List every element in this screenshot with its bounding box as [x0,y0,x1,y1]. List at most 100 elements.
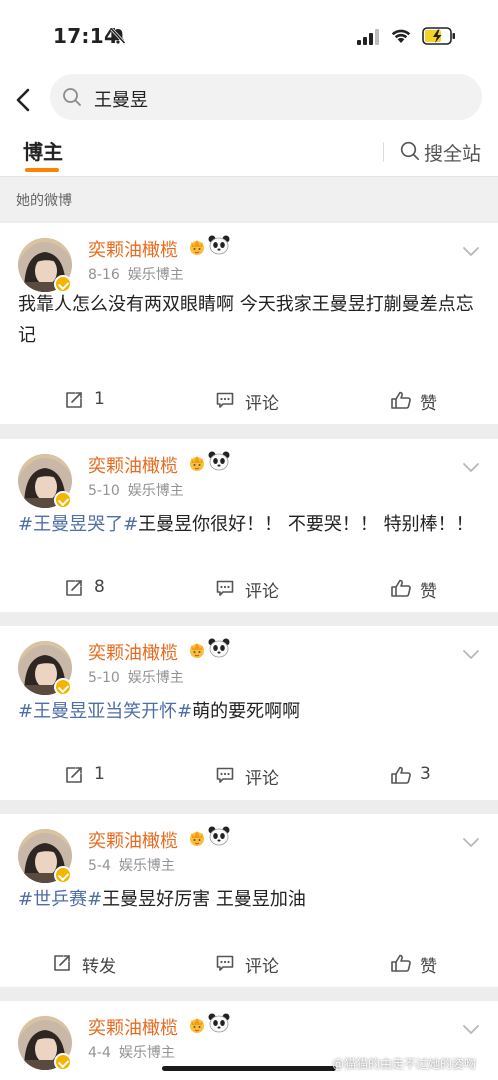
repost-count: 转发 [82,957,116,977]
share-arrow-icon [64,390,84,414]
comment-bubble-icon [215,765,235,789]
post-text: #王曼昱哭了#王曼昱你很好！！ 不要哭！！ 特别棒！！ [18,509,484,540]
post-actions: 转发 评论 赞 [0,940,498,986]
comment-count: 评论 [245,582,279,602]
chevron-down-icon[interactable] [462,243,480,262]
search-header: 王曼昱 [0,72,498,128]
share-arrow-icon [64,578,84,602]
like-count: 3 [420,764,431,784]
crown-emoji-icon [187,827,207,851]
post-text-segment: 王曼昱好厉害 王曼昱加油 [102,889,306,910]
share-arrow-icon [52,953,72,977]
post-meta: 8-16 娱乐博主 [88,264,184,284]
chevron-left-icon[interactable] [10,82,38,118]
post-source: 娱乐博主 [127,670,184,686]
post-date: 5-10 [88,670,120,686]
thumbs-up-icon [390,390,412,414]
post-meta: 5-4 娱乐博主 [88,855,175,875]
post-actions: 1 评论 3 [0,752,498,798]
post-card[interactable]: 奕颗油橄榄 8-16 娱乐博主我靠人怎么没有两双眼睛啊 今天我家王曼昱打蒯曼差点忘记… [0,223,498,424]
crown-emoji-icon [187,1014,207,1038]
crown-emoji-icon [187,236,207,260]
post-card[interactable]: 奕颗油橄榄 5-10 娱乐博主 #王曼昱哭了#王曼昱你很好！！ 不要哭！！ 特别棒！！… [0,439,498,612]
verified-badge-icon [54,1053,72,1071]
hashtag-link[interactable]: #王曼昱哭了# [18,514,138,535]
post-meta: 5-10 娱乐博主 [88,667,184,687]
comment-bubble-icon [215,578,235,602]
verified-badge-icon [54,491,72,509]
post-source: 娱乐博主 [127,267,184,283]
like-count: 赞 [420,957,437,977]
chevron-down-icon[interactable] [462,1021,480,1040]
battery-charging-icon [422,27,455,45]
post-date: 4-4 [88,1045,111,1061]
comment-count: 评论 [245,769,279,789]
hashtag-link[interactable]: #世乒赛# [18,889,102,910]
panda-emoji-icon [208,1013,230,1037]
username[interactable]: 奕颗油橄榄 [88,827,178,853]
username[interactable]: 奕颗油橄榄 [88,1014,178,1040]
post-source: 娱乐博主 [127,483,184,499]
comment-bubble-icon [215,953,235,977]
section-header: 她的微博 [0,177,498,221]
chevron-down-icon[interactable] [462,459,480,478]
verified-badge-icon [54,678,72,696]
post-text-segment: 我靠人怎么没有两双眼睛啊 今天我家王曼昱打蒯曼差点忘记 [18,294,474,346]
post-date: 5-4 [88,858,111,874]
mute-bell-icon [110,27,126,45]
thumbs-up-icon [390,765,412,789]
post-text-segment: 王曼昱你很好！！ 不要哭！！ 特别棒！！ [138,514,474,535]
post-text: 我靠人怎么没有两双眼睛啊 今天我家王曼昱打蒯曼差点忘记 [18,289,484,351]
post-meta: 5-10 娱乐博主 [88,480,184,500]
share-arrow-icon [64,765,84,789]
search-query: 王曼昱 [94,90,148,111]
comment-bubble-icon [215,390,235,414]
magnifier-icon [400,141,420,161]
post-actions: 8 评论 赞 [0,565,498,611]
crown-emoji-icon [187,639,207,663]
thumbs-up-icon [390,953,412,977]
search-all-label: 搜全站 [424,143,482,165]
wifi-icon [391,29,411,43]
like-count: 赞 [420,582,437,602]
panda-emoji-icon [208,638,230,662]
username[interactable]: 奕颗油橄榄 [88,452,178,478]
post-actions: 1 评论 赞 [0,377,498,423]
panda-emoji-icon [208,451,230,475]
verified-badge-icon [54,866,72,884]
like-count: 赞 [420,394,437,414]
post-text-segment: 萌的要死啊啊 [192,701,301,722]
post-card[interactable]: 奕颗油橄榄 5-10 娱乐博主 #王曼昱亚当笑开怀#萌的要死啊啊 1 评论 3 [0,626,498,800]
post-date: 5-10 [88,483,120,499]
magnifier-icon [63,88,81,106]
username[interactable]: 奕颗油橄榄 [88,639,178,665]
section-label: 她的微博 [16,193,72,209]
repost-count: 8 [94,577,105,597]
post-date: 8-16 [88,267,120,283]
search-input[interactable]: 王曼昱 [50,74,482,120]
tabs-bar: 博主 搜全站 [0,128,498,177]
post-meta: 4-4 娱乐博主 [88,1042,175,1062]
post-source: 娱乐博主 [118,1045,175,1061]
watermark: @猫猫的由走不过她的姿吻 [332,1057,477,1071]
repost-count: 1 [94,389,105,409]
status-bar: 17:14 [0,0,498,72]
tab-blogger[interactable]: 博主 [23,136,63,165]
thumbs-up-icon [390,578,412,602]
chevron-down-icon[interactable] [462,646,480,665]
tab-divider [383,142,384,162]
comment-count: 评论 [245,957,279,977]
crown-emoji-icon [187,452,207,476]
post-source: 娱乐博主 [118,858,175,874]
post-text: #世乒赛#王曼昱好厉害 王曼昱加油 [18,884,484,915]
post-card[interactable]: 奕颗油橄榄 5-4 娱乐博主 #世乒赛#王曼昱好厉害 王曼昱加油转发 评论 赞 [0,814,498,987]
username[interactable]: 奕颗油橄榄 [88,236,178,262]
chevron-down-icon[interactable] [462,834,480,853]
panda-emoji-icon [208,826,230,850]
repost-count: 1 [94,764,105,784]
tab-active-indicator [25,168,59,172]
comment-count: 评论 [245,394,279,414]
home-indicator[interactable] [162,1066,336,1071]
hashtag-link[interactable]: #王曼昱亚当笑开怀# [18,701,192,722]
post-text: #王曼昱亚当笑开怀#萌的要死啊啊 [18,696,484,727]
